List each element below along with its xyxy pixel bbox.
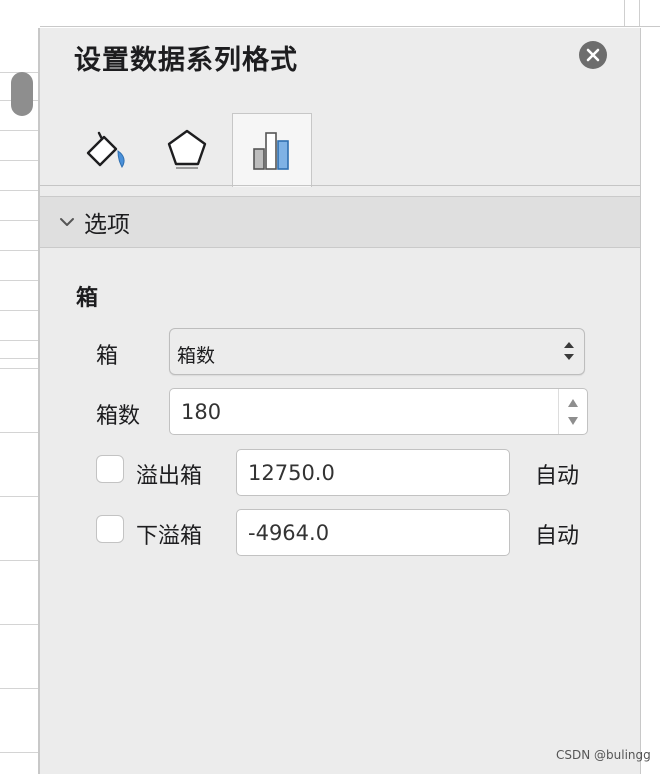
grid-line	[0, 160, 40, 161]
tab-effects[interactable]	[148, 113, 226, 185]
options-section-header[interactable]: 选项	[40, 196, 640, 248]
scrollbar-thumb[interactable]	[11, 72, 33, 116]
bin-type-select[interactable]: 箱数	[169, 328, 585, 375]
grid-line	[0, 190, 40, 191]
grid-line	[0, 688, 40, 689]
grid-line	[0, 358, 40, 359]
section-label: 选项	[84, 212, 130, 238]
grid-line	[0, 130, 40, 131]
tab-fill-line[interactable]	[66, 113, 144, 185]
spreadsheet-edge	[0, 0, 40, 774]
bar-chart-icon	[253, 131, 289, 170]
tabs-divider	[40, 185, 640, 186]
grid-line	[0, 432, 40, 433]
bin-count-label: 箱数	[96, 404, 141, 429]
overflow-input[interactable]: 12750.0	[236, 449, 510, 496]
grid-line	[0, 340, 40, 341]
paint-bucket-icon	[86, 131, 125, 168]
window-top-strip	[0, 0, 660, 27]
overflow-value: 12750.0	[248, 461, 335, 485]
bin-group-title: 箱	[76, 286, 99, 311]
grid-line	[0, 220, 40, 221]
bin-count-value: 180	[181, 400, 222, 424]
close-icon	[586, 48, 600, 62]
grid-line	[0, 310, 40, 311]
select-arrows-icon	[564, 342, 574, 360]
bin-type-value: 箱数	[177, 345, 216, 367]
underflow-auto-label[interactable]: 自动	[535, 518, 579, 550]
grid-line	[0, 496, 40, 497]
overflow-auto-label[interactable]: 自动	[535, 458, 579, 490]
stepper-down-icon[interactable]	[568, 417, 578, 425]
chevron-down-icon	[58, 213, 76, 231]
bin-count-stepper[interactable]: 180	[169, 388, 588, 435]
underflow-label: 下溢箱	[136, 524, 203, 549]
underflow-value: -4964.0	[248, 521, 330, 545]
column-marker	[624, 0, 640, 26]
overflow-checkbox[interactable]	[96, 455, 124, 483]
tab-series-options[interactable]	[232, 113, 312, 187]
panel-title: 设置数据系列格式	[74, 45, 298, 76]
overflow-label: 溢出箱	[136, 464, 203, 489]
bin-type-label: 箱	[96, 344, 119, 369]
grid-line	[0, 250, 40, 251]
grid-line	[0, 280, 40, 281]
grid-line	[0, 560, 40, 561]
watermark: CSDN @bulingg	[556, 748, 651, 762]
format-data-series-panel: 设置数据系列格式 选项 箱 箱 箱数 箱数 180 溢出箱 12750.0 自动…	[40, 28, 640, 774]
pentagon-icon	[167, 129, 207, 169]
stepper-buttons	[558, 389, 587, 434]
grid-line	[0, 624, 40, 625]
grid-line	[0, 752, 40, 753]
close-button[interactable]	[579, 41, 607, 69]
grid-line	[0, 368, 40, 369]
underflow-checkbox[interactable]	[96, 515, 124, 543]
window-right-edge	[640, 28, 660, 774]
stepper-up-icon[interactable]	[568, 399, 578, 407]
underflow-input[interactable]: -4964.0	[236, 509, 510, 556]
